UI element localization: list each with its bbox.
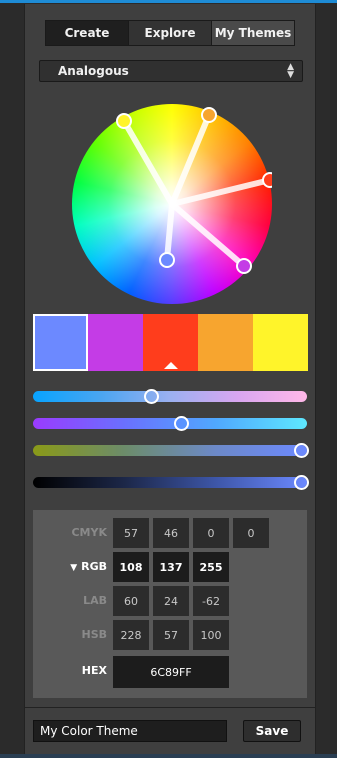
swatch-2[interactable] xyxy=(88,314,143,371)
wheel-handle-blue[interactable] xyxy=(159,252,175,268)
color-rule-dropdown[interactable]: Analogous ▲ ▼ xyxy=(39,60,303,82)
wheel-handles xyxy=(116,107,272,274)
cmyk-label: CMYK xyxy=(71,526,107,539)
hex-value[interactable]: 6C89FF xyxy=(113,656,229,688)
lab-l-value[interactable]: 60 xyxy=(113,586,149,616)
hex-label: HEX xyxy=(81,664,107,677)
handle-line-3 xyxy=(169,177,272,207)
tab-my-themes[interactable]: My Themes xyxy=(211,20,295,46)
lab-row: LAB 60 24 -62 xyxy=(33,586,307,616)
handle-line-5 xyxy=(164,201,175,263)
color-values-panel: CMYK 57 46 0 0 ▼ RGB 108 137 255 LAB 60 2… xyxy=(33,510,307,698)
base-color-marker-icon xyxy=(163,362,178,369)
swatch-3-base[interactable] xyxy=(143,314,198,371)
lab-label: LAB xyxy=(83,594,107,607)
hue-slider[interactable] xyxy=(33,389,307,404)
saturation-slider-knob[interactable] xyxy=(173,416,189,431)
brightness-slider-knob[interactable] xyxy=(294,443,309,458)
updown-arrows-icon: ▲ ▼ xyxy=(287,62,294,80)
footer-divider xyxy=(25,707,315,708)
lab-b-value[interactable]: -62 xyxy=(193,586,229,616)
cmyk-k-value[interactable]: 0 xyxy=(233,518,269,548)
hsb-s-value[interactable]: 57 xyxy=(153,620,189,650)
handle-line-1 xyxy=(121,118,175,207)
mode-tabs: Create Explore My Themes xyxy=(45,20,295,46)
swatch-1[interactable] xyxy=(33,314,88,371)
tab-create[interactable]: Create xyxy=(45,20,129,46)
wheel-handle-red-base[interactable] xyxy=(262,172,272,188)
hsb-label: HSB xyxy=(81,628,107,641)
cmyk-m-value[interactable]: 46 xyxy=(153,518,189,548)
cmyk-row: CMYK 57 46 0 0 xyxy=(33,518,307,548)
window-bottom-border xyxy=(0,754,337,758)
saturation-slider[interactable] xyxy=(33,416,307,431)
window-top-border xyxy=(0,0,337,3)
hsb-row: HSB 228 57 100 xyxy=(33,620,307,650)
swatch-row xyxy=(33,314,308,371)
color-rule-value: Analogous xyxy=(58,64,129,78)
theme-name-input[interactable] xyxy=(33,720,227,742)
rgb-b-value[interactable]: 255 xyxy=(193,552,229,582)
hsb-h-value[interactable]: 228 xyxy=(113,620,149,650)
handle-line-2 xyxy=(169,112,212,207)
color-panel: Create Explore My Themes Analogous ▲ ▼ C… xyxy=(24,4,316,754)
rgb-r-value[interactable]: 108 xyxy=(113,552,149,582)
cmyk-c-value[interactable]: 57 xyxy=(113,518,149,548)
wheel-handle-orange[interactable] xyxy=(201,107,217,123)
hsb-b-value[interactable]: 100 xyxy=(193,620,229,650)
brightness-slider[interactable] xyxy=(33,443,309,458)
swatch-5[interactable] xyxy=(253,314,308,371)
rgb-label-text: RGB xyxy=(81,560,107,573)
rgb-g-value[interactable]: 137 xyxy=(153,552,189,582)
value-slider[interactable] xyxy=(33,475,309,490)
cmyk-y-value[interactable]: 0 xyxy=(193,518,229,548)
rgb-label[interactable]: ▼ RGB xyxy=(33,552,107,583)
save-button[interactable]: Save xyxy=(243,720,301,742)
handle-line-4 xyxy=(169,201,247,269)
hex-row: HEX 6C89FF xyxy=(33,656,307,688)
lab-a-value[interactable]: 24 xyxy=(153,586,189,616)
wheel-handle-purple[interactable] xyxy=(236,258,252,274)
rgb-row: ▼ RGB 108 137 255 xyxy=(33,552,307,582)
value-slider-knob[interactable] xyxy=(294,475,309,490)
wheel-handle-yellow[interactable] xyxy=(116,113,132,129)
dropdown-triangle-icon: ▼ xyxy=(70,563,78,573)
hue-slider-knob[interactable] xyxy=(143,389,159,404)
swatch-4[interactable] xyxy=(198,314,253,371)
tab-explore[interactable]: Explore xyxy=(128,20,212,46)
